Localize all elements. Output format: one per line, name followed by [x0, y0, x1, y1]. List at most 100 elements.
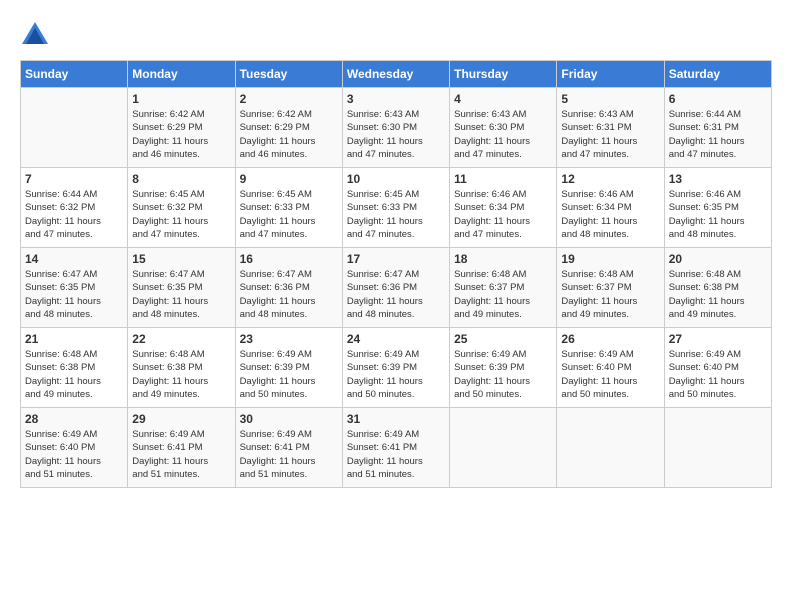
day-number: 13: [669, 172, 767, 186]
calendar-cell: 5Sunrise: 6:43 AM Sunset: 6:31 PM Daylig…: [557, 88, 664, 168]
day-info: Sunrise: 6:48 AM Sunset: 6:38 PM Dayligh…: [669, 268, 767, 321]
header-friday: Friday: [557, 61, 664, 88]
day-number: 4: [454, 92, 552, 106]
day-info: Sunrise: 6:48 AM Sunset: 6:37 PM Dayligh…: [561, 268, 659, 321]
day-number: 22: [132, 332, 230, 346]
calendar-cell: 23 Sunrise: 6:49 AM Sunset: 6:39 PM Dayli…: [235, 328, 342, 408]
day-info: Sunrise: 6:49 AM Sunset: 6:39 PM Dayligh…: [240, 348, 338, 401]
day-info: Sunrise: 6:43 AM Sunset: 6:31 PM Dayligh…: [561, 108, 659, 161]
calendar-cell: 11 Sunrise: 6:46 AM Sunset: 6:34 PM Dayli…: [450, 168, 557, 248]
day-number: 18: [454, 252, 552, 266]
day-number: 6: [669, 92, 767, 106]
day-number: 7: [25, 172, 123, 186]
day-number: 30: [240, 412, 338, 426]
calendar-table: SundayMondayTuesdayWednesdayThursdayFrid…: [20, 60, 772, 488]
day-number: 14: [25, 252, 123, 266]
day-number: 21: [25, 332, 123, 346]
header-sunday: Sunday: [21, 61, 128, 88]
day-number: 17: [347, 252, 445, 266]
day-info: Sunrise: 6:48 AM Sunset: 6:37 PM Dayligh…: [454, 268, 552, 321]
day-info: Sunrise: 6:46 AM Sunset: 6:34 PM Dayligh…: [454, 188, 552, 241]
calendar-cell: 20 Sunrise: 6:48 AM Sunset: 6:38 PM Dayli…: [664, 248, 771, 328]
day-number: 24: [347, 332, 445, 346]
calendar-week-1: 7 Sunrise: 6:44 AM Sunset: 6:32 PM Daylig…: [21, 168, 772, 248]
day-info: Sunrise: 6:43 AM Sunset: 6:30 PM Dayligh…: [347, 108, 445, 161]
day-number: 29: [132, 412, 230, 426]
calendar-cell: 25Sunrise: 6:49 AM Sunset: 6:39 PM Dayli…: [450, 328, 557, 408]
day-info: Sunrise: 6:49 AM Sunset: 6:41 PM Dayligh…: [240, 428, 338, 481]
logo: [20, 20, 54, 50]
day-info: Sunrise: 6:48 AM Sunset: 6:38 PM Dayligh…: [25, 348, 123, 401]
calendar-cell: 16 Sunrise: 6:47 AM Sunset: 6:36 PM Dayli…: [235, 248, 342, 328]
calendar-week-3: 21 Sunrise: 6:48 AM Sunset: 6:38 PM Dayli…: [21, 328, 772, 408]
calendar-cell: 4Sunrise: 6:43 AM Sunset: 6:30 PM Daylig…: [450, 88, 557, 168]
calendar-cell: 1Sunrise: 6:42 AM Sunset: 6:29 PM Daylig…: [128, 88, 235, 168]
calendar-cell: 26Sunrise: 6:49 AM Sunset: 6:40 PM Dayli…: [557, 328, 664, 408]
header-tuesday: Tuesday: [235, 61, 342, 88]
header-wednesday: Wednesday: [342, 61, 449, 88]
calendar-cell: 10 Sunrise: 6:45 AM Sunset: 6:33 PM Dayli…: [342, 168, 449, 248]
day-number: 26: [561, 332, 659, 346]
calendar-cell: 12 Sunrise: 6:46 AM Sunset: 6:34 PM Dayli…: [557, 168, 664, 248]
calendar-week-4: 28 Sunrise: 6:49 AM Sunset: 6:40 PM Dayli…: [21, 408, 772, 488]
day-number: 20: [669, 252, 767, 266]
calendar-cell: 19 Sunrise: 6:48 AM Sunset: 6:37 PM Dayli…: [557, 248, 664, 328]
calendar-cell: 17Sunrise: 6:47 AM Sunset: 6:36 PM Dayli…: [342, 248, 449, 328]
day-info: Sunrise: 6:42 AM Sunset: 6:29 PM Dayligh…: [132, 108, 230, 161]
calendar-cell: 6 Sunrise: 6:44 AM Sunset: 6:31 PM Daylig…: [664, 88, 771, 168]
day-info: Sunrise: 6:47 AM Sunset: 6:35 PM Dayligh…: [132, 268, 230, 321]
day-number: 31: [347, 412, 445, 426]
day-info: Sunrise: 6:49 AM Sunset: 6:39 PM Dayligh…: [347, 348, 445, 401]
calendar-cell: 18 Sunrise: 6:48 AM Sunset: 6:37 PM Dayli…: [450, 248, 557, 328]
day-info: Sunrise: 6:47 AM Sunset: 6:35 PM Dayligh…: [25, 268, 123, 321]
day-number: 10: [347, 172, 445, 186]
header-saturday: Saturday: [664, 61, 771, 88]
day-info: Sunrise: 6:44 AM Sunset: 6:32 PM Dayligh…: [25, 188, 123, 241]
day-info: Sunrise: 6:46 AM Sunset: 6:34 PM Dayligh…: [561, 188, 659, 241]
calendar-cell: [450, 408, 557, 488]
day-number: 15: [132, 252, 230, 266]
day-info: Sunrise: 6:49 AM Sunset: 6:41 PM Dayligh…: [347, 428, 445, 481]
day-number: 16: [240, 252, 338, 266]
logo-icon: [20, 20, 50, 50]
day-info: Sunrise: 6:46 AM Sunset: 6:35 PM Dayligh…: [669, 188, 767, 241]
calendar-cell: 22 Sunrise: 6:48 AM Sunset: 6:38 PM Dayli…: [128, 328, 235, 408]
day-number: 23: [240, 332, 338, 346]
calendar-cell: 21 Sunrise: 6:48 AM Sunset: 6:38 PM Dayli…: [21, 328, 128, 408]
day-number: 28: [25, 412, 123, 426]
calendar-week-0: 1Sunrise: 6:42 AM Sunset: 6:29 PM Daylig…: [21, 88, 772, 168]
calendar-header-row: SundayMondayTuesdayWednesdayThursdayFrid…: [21, 61, 772, 88]
calendar-week-2: 14 Sunrise: 6:47 AM Sunset: 6:35 PM Dayli…: [21, 248, 772, 328]
day-info: Sunrise: 6:45 AM Sunset: 6:33 PM Dayligh…: [240, 188, 338, 241]
calendar-cell: 15 Sunrise: 6:47 AM Sunset: 6:35 PM Dayli…: [128, 248, 235, 328]
day-number: 2: [240, 92, 338, 106]
day-number: 25: [454, 332, 552, 346]
day-number: 19: [561, 252, 659, 266]
calendar-cell: 30 Sunrise: 6:49 AM Sunset: 6:41 PM Dayli…: [235, 408, 342, 488]
day-number: 8: [132, 172, 230, 186]
day-number: 12: [561, 172, 659, 186]
day-number: 11: [454, 172, 552, 186]
day-info: Sunrise: 6:47 AM Sunset: 6:36 PM Dayligh…: [240, 268, 338, 321]
day-info: Sunrise: 6:49 AM Sunset: 6:40 PM Dayligh…: [25, 428, 123, 481]
day-info: Sunrise: 6:45 AM Sunset: 6:32 PM Dayligh…: [132, 188, 230, 241]
calendar-cell: 9Sunrise: 6:45 AM Sunset: 6:33 PM Daylig…: [235, 168, 342, 248]
calendar-cell: 2 Sunrise: 6:42 AM Sunset: 6:29 PM Daylig…: [235, 88, 342, 168]
calendar-cell: 8 Sunrise: 6:45 AM Sunset: 6:32 PM Daylig…: [128, 168, 235, 248]
calendar-cell: 29Sunrise: 6:49 AM Sunset: 6:41 PM Dayli…: [128, 408, 235, 488]
header-thursday: Thursday: [450, 61, 557, 88]
calendar-cell: 28 Sunrise: 6:49 AM Sunset: 6:40 PM Dayli…: [21, 408, 128, 488]
day-info: Sunrise: 6:49 AM Sunset: 6:40 PM Dayligh…: [669, 348, 767, 401]
calendar-cell: 14 Sunrise: 6:47 AM Sunset: 6:35 PM Dayli…: [21, 248, 128, 328]
calendar-cell: 13 Sunrise: 6:46 AM Sunset: 6:35 PM Dayli…: [664, 168, 771, 248]
day-info: Sunrise: 6:45 AM Sunset: 6:33 PM Dayligh…: [347, 188, 445, 241]
calendar-cell: [21, 88, 128, 168]
calendar-cell: [664, 408, 771, 488]
calendar-cell: 24 Sunrise: 6:49 AM Sunset: 6:39 PM Dayli…: [342, 328, 449, 408]
day-info: Sunrise: 6:44 AM Sunset: 6:31 PM Dayligh…: [669, 108, 767, 161]
day-number: 3: [347, 92, 445, 106]
calendar-cell: 31 Sunrise: 6:49 AM Sunset: 6:41 PM Dayli…: [342, 408, 449, 488]
day-info: Sunrise: 6:48 AM Sunset: 6:38 PM Dayligh…: [132, 348, 230, 401]
calendar-cell: 27Sunrise: 6:49 AM Sunset: 6:40 PM Dayli…: [664, 328, 771, 408]
day-info: Sunrise: 6:42 AM Sunset: 6:29 PM Dayligh…: [240, 108, 338, 161]
